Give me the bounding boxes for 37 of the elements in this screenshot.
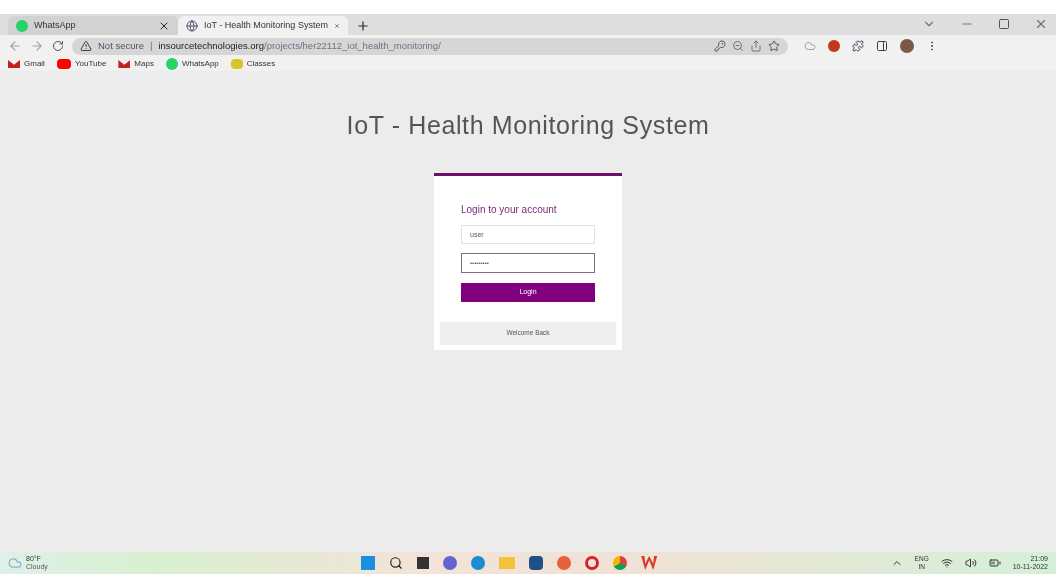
page-heading: IoT - Health Monitoring System: [346, 110, 710, 141]
tab-title: WhatsApp: [34, 18, 77, 32]
bookmark[interactable]: WhatsApp: [165, 58, 219, 70]
bookmark[interactable]: YouTube: [56, 58, 107, 70]
maximize-icon[interactable]: [998, 18, 1010, 30]
search-icon[interactable]: [389, 556, 404, 570]
mail-icon: [8, 60, 20, 68]
profile-avatar[interactable]: [900, 39, 914, 53]
battery-icon[interactable]: [988, 557, 1001, 569]
extensions-icon[interactable]: [852, 40, 864, 52]
zoom-icon[interactable]: [732, 40, 744, 52]
back-icon[interactable]: [8, 39, 22, 53]
task-view-icon[interactable]: [417, 557, 430, 569]
bookmark[interactable]: Gmail: [8, 58, 45, 70]
forward-icon[interactable]: [30, 39, 44, 53]
security-label: Not secure: [98, 38, 144, 53]
bookmark[interactable]: Classes: [230, 58, 276, 70]
tab-title: IoT - Health Monitoring System: [204, 18, 328, 32]
browser-tab[interactable]: WhatsApp: [8, 16, 178, 35]
wifi-icon[interactable]: [940, 557, 953, 569]
url-text: insourcetechnologies.org/projects/her22112_iot_health_monitoring/: [158, 38, 441, 53]
cloud-icon: [8, 556, 22, 570]
address-bar[interactable]: Not secure | insourcetechnologies.org/projects/her22112_iot_health_monitoring/: [72, 37, 788, 55]
reload-icon[interactable]: [52, 40, 64, 52]
side-panel-icon[interactable]: [876, 40, 888, 52]
login-title: Login to your account: [461, 202, 558, 217]
bookmark[interactable]: Maps: [118, 58, 154, 70]
key-icon[interactable]: [714, 40, 726, 52]
warning-icon: [80, 40, 92, 52]
browser-tab[interactable]: IoT - Health Monitoring System: [178, 16, 348, 35]
bookmark-star-icon[interactable]: [768, 40, 780, 52]
new-tab-icon[interactable]: [356, 19, 370, 33]
globe-icon: [186, 19, 198, 32]
mail-icon: [118, 60, 131, 68]
volume-icon[interactable]: [964, 557, 977, 569]
share-icon[interactable]: [750, 40, 762, 52]
separator: |: [149, 38, 153, 53]
